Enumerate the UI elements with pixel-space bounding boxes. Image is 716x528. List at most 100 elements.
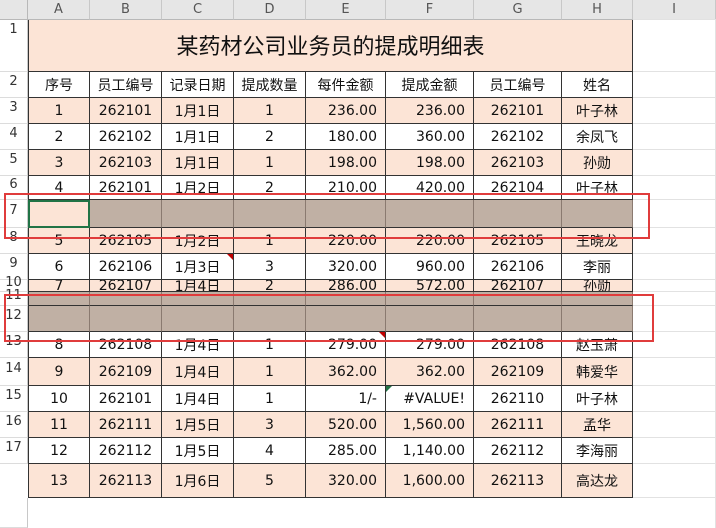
column-title-4[interactable]: 提成数量 [234, 72, 306, 98]
table-cell[interactable]: 572.00 [386, 280, 474, 292]
table-cell[interactable]: 1月1日 [162, 150, 234, 176]
table-cell[interactable]: 2 [234, 124, 306, 150]
table-cell[interactable]: 320.00 [306, 464, 386, 498]
table-cell[interactable]: 1,140.00 [386, 438, 474, 464]
table-cell[interactable]: #VALUE! [386, 386, 474, 412]
column-header-c[interactable]: C [162, 0, 234, 20]
table-cell[interactable]: 5 [234, 464, 306, 498]
table-cell[interactable]: 262101 [474, 98, 562, 124]
row-header-1[interactable]: 1 [0, 20, 28, 72]
table-cell[interactable]: 1月3日 [162, 254, 234, 280]
table-cell[interactable]: 262111 [90, 412, 162, 438]
table-cell[interactable]: 1 [234, 98, 306, 124]
column-title-6[interactable]: 提成金额 [386, 72, 474, 98]
table-cell[interactable]: 1月5日 [162, 412, 234, 438]
table-cell[interactable]: 520.00 [306, 412, 386, 438]
table-cell[interactable]: 2 [234, 280, 306, 292]
column-title-2[interactable]: 员工编号 [90, 72, 162, 98]
table-cell[interactable]: 262106 [90, 254, 162, 280]
table-cell[interactable]: 12 [28, 438, 90, 464]
table-cell[interactable]: 1月1日 [162, 98, 234, 124]
table-cell[interactable]: 叶子林 [562, 98, 633, 124]
table-cell[interactable]: 13 [28, 464, 90, 498]
column-header-g[interactable]: G [474, 0, 562, 20]
table-cell[interactable]: 高达龙 [562, 464, 633, 498]
table-cell[interactable]: 3 [28, 150, 90, 176]
table-cell[interactable]: 262109 [90, 358, 162, 386]
table-cell[interactable]: 1 [234, 358, 306, 386]
table-cell[interactable]: 1月4日 [162, 358, 234, 386]
table-cell[interactable]: 1月4日 [162, 386, 234, 412]
table-cell[interactable]: 362.00 [386, 358, 474, 386]
table-cell[interactable]: 262113 [90, 464, 162, 498]
table-cell[interactable]: 李海丽 [562, 438, 633, 464]
column-title-1[interactable]: 序号 [28, 72, 90, 98]
table-cell[interactable]: 262112 [90, 438, 162, 464]
table-cell[interactable]: 9 [28, 358, 90, 386]
column-header-e[interactable]: E [306, 0, 386, 20]
table-cell[interactable]: 1,600.00 [386, 464, 474, 498]
table-cell[interactable]: 2 [28, 124, 90, 150]
column-title-7[interactable]: 员工编号 [474, 72, 562, 98]
table-cell[interactable]: 285.00 [306, 438, 386, 464]
table-cell[interactable]: 180.00 [306, 124, 386, 150]
column-header-h[interactable]: H [562, 0, 633, 20]
column-title-8[interactable]: 姓名 [562, 72, 633, 98]
table-cell[interactable]: 262102 [474, 124, 562, 150]
table-cell[interactable]: 1 [234, 386, 306, 412]
table-cell[interactable]: 3 [234, 254, 306, 280]
table-cell[interactable]: 236.00 [306, 98, 386, 124]
table-cell[interactable]: 262101 [90, 386, 162, 412]
row-header-17[interactable]: 17 [0, 438, 28, 464]
table-cell[interactable]: 李丽 [562, 254, 633, 280]
table-cell[interactable]: 360.00 [386, 124, 474, 150]
table-cell[interactable]: 6 [28, 254, 90, 280]
spreadsheet-grid[interactable]: A B C D E F G H I 1 2 3 4 5 6 7 8 9 10 11 12 13 14 15 16 17 某药材公司业… [0, 0, 716, 528]
table-cell[interactable]: 1 [234, 150, 306, 176]
column-header-f[interactable]: F [386, 0, 474, 20]
table-cell[interactable]: 262109 [474, 358, 562, 386]
table-cell[interactable]: 262107 [90, 280, 162, 292]
table-cell[interactable]: 262110 [474, 386, 562, 412]
table-cell[interactable]: 孙勋 [562, 150, 633, 176]
row-header-14[interactable]: 14 [0, 358, 28, 386]
table-cell[interactable]: 1,560.00 [386, 412, 474, 438]
column-header-d[interactable]: D [234, 0, 306, 20]
table-cell[interactable]: 198.00 [386, 150, 474, 176]
column-header-i[interactable]: I [633, 0, 716, 20]
table-cell[interactable]: 286.00 [306, 280, 386, 292]
table-cell[interactable]: 262113 [474, 464, 562, 498]
table-cell[interactable]: 1月5日 [162, 438, 234, 464]
page-title[interactable]: 某药材公司业务员的提成明细表 [28, 20, 633, 72]
table-cell[interactable]: 7 [28, 280, 90, 292]
table-cell[interactable]: 1/- [306, 386, 386, 412]
table-cell[interactable]: 叶子林 [562, 386, 633, 412]
table-cell[interactable]: 4 [234, 438, 306, 464]
table-cell[interactable]: 236.00 [386, 98, 474, 124]
table-cell[interactable]: 262102 [90, 124, 162, 150]
table-cell[interactable]: 3 [234, 412, 306, 438]
table-cell[interactable]: 1月1日 [162, 124, 234, 150]
table-cell[interactable]: 262103 [90, 150, 162, 176]
column-title-3[interactable]: 记录日期 [162, 72, 234, 98]
table-cell[interactable]: 198.00 [306, 150, 386, 176]
table-cell[interactable]: 262101 [90, 98, 162, 124]
table-cell[interactable]: 262106 [474, 254, 562, 280]
table-cell[interactable]: 262111 [474, 412, 562, 438]
table-cell[interactable]: 孟华 [562, 412, 633, 438]
table-cell[interactable]: 韩爱华 [562, 358, 633, 386]
column-header-a[interactable]: A [28, 0, 90, 20]
table-cell[interactable]: 孙勋 [562, 280, 633, 292]
column-title-5[interactable]: 每件金额 [306, 72, 386, 98]
table-cell[interactable]: 1 [28, 98, 90, 124]
table-cell[interactable]: 余凤飞 [562, 124, 633, 150]
table-cell[interactable]: 11 [28, 412, 90, 438]
table-cell[interactable]: 362.00 [306, 358, 386, 386]
table-cell[interactable]: 1月4日 [162, 280, 234, 292]
table-cell[interactable]: 960.00 [386, 254, 474, 280]
table-cell[interactable]: 262103 [474, 150, 562, 176]
table-cell[interactable]: 1月6日 [162, 464, 234, 498]
table-cell[interactable]: 262107 [474, 280, 562, 292]
table-cell[interactable]: 262112 [474, 438, 562, 464]
table-cell[interactable]: 10 [28, 386, 90, 412]
